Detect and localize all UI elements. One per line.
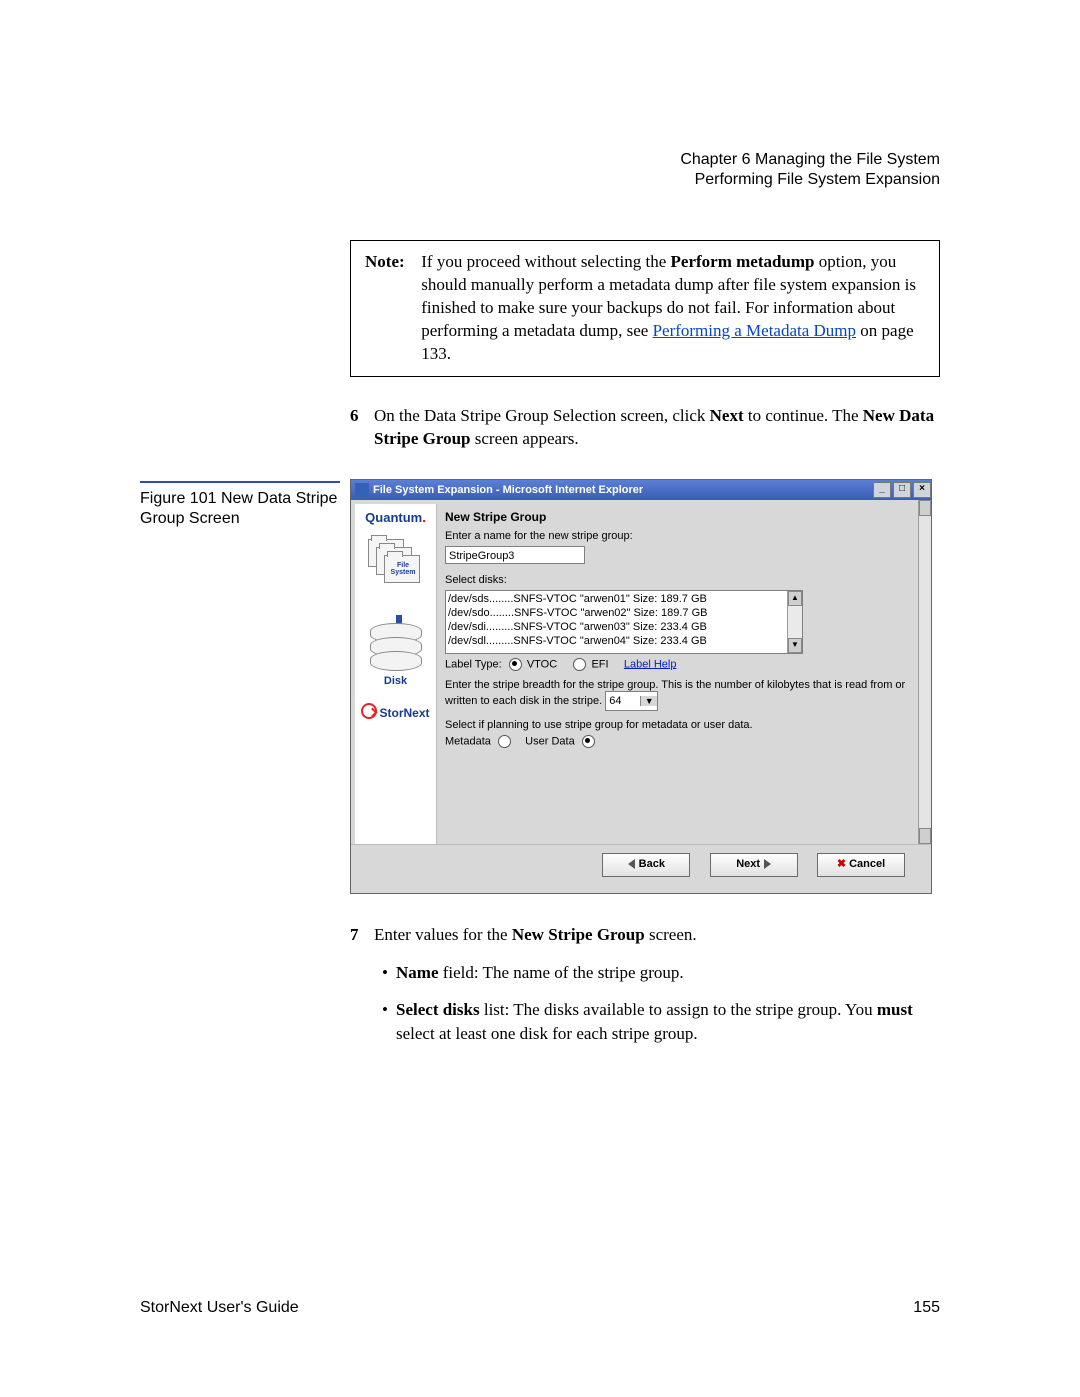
breadth-row: Enter the stripe breadth for the stripe … (445, 679, 908, 711)
page-scrollbar[interactable] (918, 500, 931, 844)
ie-window: File System Expansion - Microsoft Intern… (350, 479, 932, 894)
back-button[interactable]: Back (602, 853, 690, 877)
wizard-buttons-row: Back Next ✖Cancel (351, 844, 931, 893)
chapter-line: Chapter 6 Managing the File System (680, 150, 940, 170)
disk-icon (370, 623, 422, 671)
note-body: If you proceed without selecting the Per… (421, 251, 921, 366)
section-line: Performing File System Expansion (680, 170, 940, 190)
next-button[interactable]: Next (710, 853, 798, 877)
ie-titlebar: File System Expansion - Microsoft Intern… (351, 480, 931, 500)
step-7: 7 Enter values for the New Stripe Group … (350, 924, 940, 1046)
scroll-down-icon[interactable] (919, 828, 931, 844)
footer-left: StorNext User's Guide (140, 1299, 299, 1317)
window-title: File System Expansion - Microsoft Intern… (373, 484, 871, 496)
window-minimize-button[interactable]: _ (873, 482, 891, 498)
step-6-number: 6 (350, 405, 374, 451)
label-type-vtoc-radio[interactable] (509, 658, 522, 671)
disk-label: Disk (357, 675, 434, 687)
bullet-select-disks: • Select disks list: The disks available… (374, 998, 940, 1046)
step-7-number: 7 (350, 924, 374, 1046)
wizard-sidebar: Quantum. File System (355, 504, 437, 844)
metadata-radio[interactable] (498, 735, 511, 748)
window-close-button[interactable]: × (913, 482, 931, 498)
ie-icon (355, 483, 369, 497)
stripe-group-name-input[interactable]: StripeGroup3 (445, 546, 585, 564)
select-disks-list[interactable]: /dev/sds........SNFS-VTOC "arwen01" Size… (445, 590, 803, 654)
running-header: Chapter 6 Managing the File System Perfo… (680, 150, 940, 190)
list-scrollbar[interactable]: ▲ ▼ (787, 591, 802, 653)
metadata-dump-link[interactable]: Performing a Metadata Dump (653, 321, 856, 340)
disk-option[interactable]: /dev/sds........SNFS-VTOC "arwen01" Size… (448, 592, 785, 606)
note-label: Note: (365, 251, 417, 274)
cancel-button[interactable]: ✖Cancel (817, 853, 905, 877)
label-type-row: Label Type: VTOC EFI Label Help (445, 658, 908, 671)
note-box: Note: If you proceed without selecting t… (350, 240, 940, 377)
name-prompt: Enter a name for the new stripe group: (445, 530, 908, 542)
quantum-logo: Quantum. (357, 510, 434, 525)
step-6: 6 On the Data Stripe Group Selection scr… (350, 405, 940, 451)
note-bold: Perform metadump (671, 252, 815, 271)
note-text-1: If you proceed without selecting the (421, 252, 670, 271)
page-footer: StorNext User's Guide 155 (140, 1299, 940, 1317)
page-number: 155 (913, 1299, 940, 1317)
stornext-logo: StorNext (357, 701, 434, 720)
scroll-up-icon[interactable] (919, 500, 931, 516)
user-data-radio[interactable] (582, 735, 595, 748)
label-type-efi-radio[interactable] (573, 658, 586, 671)
disk-option[interactable]: /dev/sdo........SNFS-VTOC "arwen02" Size… (448, 606, 785, 620)
breadth-text: Enter the stripe breadth for the stripe … (445, 679, 905, 707)
chevron-down-icon[interactable]: ▼ (640, 696, 657, 706)
disk-option[interactable]: /dev/sdi.........SNFS-VTOC "arwen03" Siz… (448, 620, 785, 634)
disk-option[interactable]: /dev/sdl.........SNFS-VTOC "arwen04" Siz… (448, 634, 785, 648)
filesystem-icon (368, 539, 424, 591)
label-help-link[interactable]: Label Help (624, 658, 677, 670)
wizard-main-panel: New Stripe Group Enter a name for the ne… (437, 504, 914, 844)
step-7-text: Enter values for the New Stripe Group sc… (374, 924, 940, 1046)
step-6-text: On the Data Stripe Group Selection scree… (374, 405, 940, 451)
scroll-down-button[interactable]: ▼ (788, 638, 802, 653)
bullet-name: • Name field: The name of the stripe gro… (374, 961, 940, 985)
scroll-up-button[interactable]: ▲ (788, 591, 802, 606)
panel-title: New Stripe Group (445, 510, 908, 524)
disks-prompt: Select disks: (445, 574, 908, 586)
usage-prompt: Select if planning to use stripe group f… (445, 719, 908, 731)
window-maximize-button[interactable]: □ (893, 482, 911, 498)
stripe-breadth-select[interactable]: 64 ▼ (605, 691, 658, 711)
figure-caption: Figure 101 New Data Stripe Group Screen (140, 479, 340, 529)
